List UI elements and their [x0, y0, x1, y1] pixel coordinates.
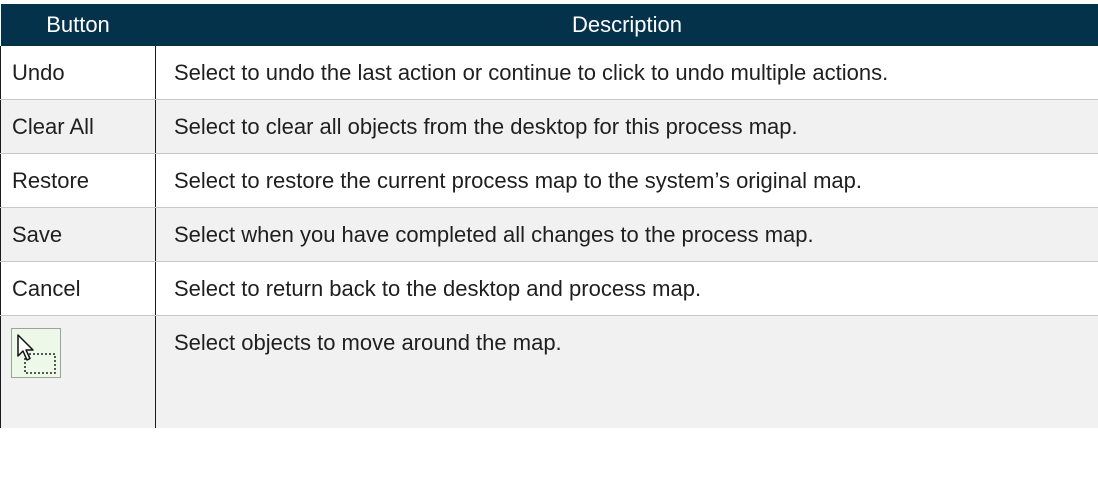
table-row: Save Select when you have completed all … [0, 207, 1098, 262]
buttons-table: Button Description Undo Select to undo t… [0, 4, 1098, 428]
button-cell-select-tool [0, 315, 156, 428]
table-row: Restore Select to restore the current pr… [0, 153, 1098, 208]
description-restore: Select to restore the current process ma… [155, 153, 1098, 208]
table-row: Select objects to move around the map. [0, 315, 1098, 428]
header-button: Button [0, 4, 156, 46]
select-objects-icon-graphic [17, 334, 56, 374]
description-save: Select when you have completed all chang… [155, 207, 1098, 262]
table-header-row: Button Description [0, 4, 1098, 46]
description-clear-all: Select to clear all objects from the des… [155, 99, 1098, 154]
button-name-cancel: Cancel [0, 261, 156, 316]
button-name-clear-all: Clear All [0, 99, 156, 154]
description-cancel: Select to return back to the desktop and… [155, 261, 1098, 316]
table-row: Cancel Select to return back to the desk… [0, 261, 1098, 316]
header-description: Description [155, 4, 1098, 46]
button-name-restore: Restore [0, 153, 156, 208]
description-select-tool: Select objects to move around the map. [155, 315, 1098, 428]
button-name-save: Save [0, 207, 156, 262]
description-undo: Select to undo the last action or contin… [155, 46, 1098, 100]
select-objects-icon [11, 328, 61, 378]
button-name-undo: Undo [0, 46, 156, 100]
table-row: Undo Select to undo the last action or c… [0, 46, 1098, 100]
page: Button Description Undo Select to undo t… [0, 0, 1098, 503]
table-row: Clear All Select to clear all objects fr… [0, 99, 1098, 154]
